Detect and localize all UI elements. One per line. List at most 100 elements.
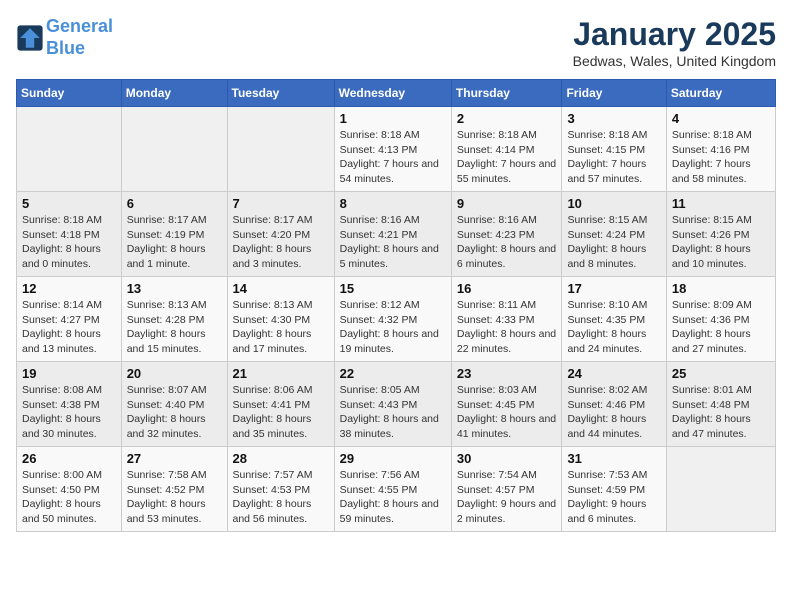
day-number: 20 [127,366,222,381]
calendar-cell: 24Sunrise: 8:02 AMSunset: 4:46 PMDayligh… [562,362,666,447]
calendar-cell: 4Sunrise: 8:18 AMSunset: 4:16 PMDaylight… [666,107,775,192]
day-info: Sunrise: 8:17 AMSunset: 4:19 PMDaylight:… [127,213,222,272]
day-info: Sunrise: 7:58 AMSunset: 4:52 PMDaylight:… [127,468,222,527]
day-info: Sunrise: 8:03 AMSunset: 4:45 PMDaylight:… [457,383,557,442]
day-info: Sunrise: 8:06 AMSunset: 4:41 PMDaylight:… [233,383,329,442]
day-info: Sunrise: 8:10 AMSunset: 4:35 PMDaylight:… [567,298,660,357]
day-info: Sunrise: 8:15 AMSunset: 4:24 PMDaylight:… [567,213,660,272]
calendar-cell: 25 Sunrise: 8:01 AMSunset: 4:48 PMDayligh… [666,362,775,447]
day-number: 18 [672,281,770,296]
calendar-cell: 30 Sunrise: 7:54 AMSunset: 4:57 PMDayligh… [451,447,562,532]
calendar-cell: 27Sunrise: 7:58 AMSunset: 4:52 PMDayligh… [121,447,227,532]
calendar-cell: 7 Sunrise: 8:17 AMSunset: 4:20 PMDaylight… [227,192,334,277]
day-info: Sunrise: 8:14 AMSunset: 4:27 PMDaylight:… [22,298,116,357]
day-info: Sunrise: 8:18 AMSunset: 4:18 PMDaylight:… [22,213,116,272]
calendar-cell: 18 Sunrise: 8:09 AMSunset: 4:36 PMDayligh… [666,277,775,362]
calendar-cell [121,107,227,192]
logo-general: General [46,16,113,36]
day-info: Sunrise: 8:09 AMSunset: 4:36 PMDaylight:… [672,298,770,357]
calendar-cell: 20 Sunrise: 8:07 AMSunset: 4:40 PMDayligh… [121,362,227,447]
day-info: Sunrise: 8:16 AMSunset: 4:23 PMDaylight:… [457,213,557,272]
day-number: 31 [567,451,660,466]
calendar-cell: 19Sunrise: 8:08 AMSunset: 4:38 PMDayligh… [17,362,122,447]
day-info: Sunrise: 7:56 AMSunset: 4:55 PMDaylight:… [340,468,446,527]
calendar-cell [17,107,122,192]
day-number: 3 [567,111,660,126]
day-info: Sunrise: 8:13 AMSunset: 4:28 PMDaylight:… [127,298,222,357]
logo-icon [16,24,44,52]
day-info: Sunrise: 7:54 AMSunset: 4:57 PMDaylight:… [457,468,557,527]
day-number: 6 [127,196,222,211]
day-number: 1 [340,111,446,126]
calendar-cell [227,107,334,192]
weekday-header: Friday [562,80,666,107]
day-info: Sunrise: 8:07 AMSunset: 4:40 PMDaylight:… [127,383,222,442]
day-number: 13 [127,281,222,296]
day-number: 15 [340,281,446,296]
day-info: Sunrise: 8:18 AMSunset: 4:15 PMDaylight:… [567,128,660,187]
calendar-week-row: 19Sunrise: 8:08 AMSunset: 4:38 PMDayligh… [17,362,776,447]
calendar-cell: 11 Sunrise: 8:15 AMSunset: 4:26 PMDayligh… [666,192,775,277]
calendar-cell: 17 Sunrise: 8:10 AMSunset: 4:35 PMDayligh… [562,277,666,362]
day-number: 23 [457,366,557,381]
day-number: 16 [457,281,557,296]
month-title: January 2025 [573,16,776,53]
day-info: Sunrise: 7:57 AMSunset: 4:53 PMDaylight:… [233,468,329,527]
weekday-header: Sunday [17,80,122,107]
day-number: 22 [340,366,446,381]
day-number: 25 [672,366,770,381]
day-info: Sunrise: 8:02 AMSunset: 4:46 PMDaylight:… [567,383,660,442]
calendar-cell: 23 Sunrise: 8:03 AMSunset: 4:45 PMDayligh… [451,362,562,447]
day-number: 4 [672,111,770,126]
calendar-cell: 2Sunrise: 8:18 AMSunset: 4:14 PMDaylight… [451,107,562,192]
calendar-cell: 26Sunrise: 8:00 AMSunset: 4:50 PMDayligh… [17,447,122,532]
day-number: 21 [233,366,329,381]
day-number: 17 [567,281,660,296]
calendar-table: SundayMondayTuesdayWednesdayThursdayFrid… [16,79,776,532]
calendar-cell [666,447,775,532]
logo-blue: Blue [46,38,85,58]
day-number: 8 [340,196,446,211]
calendar-cell: 9 Sunrise: 8:16 AMSunset: 4:23 PMDaylight… [451,192,562,277]
calendar-week-row: 12Sunrise: 8:14 AMSunset: 4:27 PMDayligh… [17,277,776,362]
calendar-cell: 15 Sunrise: 8:12 AMSunset: 4:32 PMDayligh… [334,277,451,362]
calendar-cell: 1 Sunrise: 8:18 AMSunset: 4:13 PMDaylight… [334,107,451,192]
weekday-header: Tuesday [227,80,334,107]
title-block: January 2025 Bedwas, Wales, United Kingd… [573,16,776,69]
day-info: Sunrise: 8:17 AMSunset: 4:20 PMDaylight:… [233,213,329,272]
day-info: Sunrise: 7:53 AMSunset: 4:59 PMDaylight:… [567,468,660,527]
day-info: Sunrise: 8:01 AMSunset: 4:48 PMDaylight:… [672,383,770,442]
day-number: 30 [457,451,557,466]
calendar-cell: 29 Sunrise: 7:56 AMSunset: 4:55 PMDayligh… [334,447,451,532]
weekday-header: Thursday [451,80,562,107]
calendar-week-row: 1 Sunrise: 8:18 AMSunset: 4:13 PMDaylight… [17,107,776,192]
calendar-cell: 21 Sunrise: 8:06 AMSunset: 4:41 PMDayligh… [227,362,334,447]
day-number: 19 [22,366,116,381]
day-number: 26 [22,451,116,466]
day-number: 14 [233,281,329,296]
day-info: Sunrise: 8:18 AMSunset: 4:13 PMDaylight:… [340,128,446,187]
calendar-week-row: 5 Sunrise: 8:18 AMSunset: 4:18 PMDaylight… [17,192,776,277]
day-info: Sunrise: 8:12 AMSunset: 4:32 PMDaylight:… [340,298,446,357]
day-number: 11 [672,196,770,211]
weekday-header: Monday [121,80,227,107]
calendar-cell: 10Sunrise: 8:15 AMSunset: 4:24 PMDayligh… [562,192,666,277]
calendar-cell: 28 Sunrise: 7:57 AMSunset: 4:53 PMDayligh… [227,447,334,532]
calendar-cell: 13 Sunrise: 8:13 AMSunset: 4:28 PMDayligh… [121,277,227,362]
calendar-cell: 12Sunrise: 8:14 AMSunset: 4:27 PMDayligh… [17,277,122,362]
calendar-cell: 5 Sunrise: 8:18 AMSunset: 4:18 PMDaylight… [17,192,122,277]
weekday-header: Wednesday [334,80,451,107]
day-number: 9 [457,196,557,211]
calendar-cell: 6 Sunrise: 8:17 AMSunset: 4:19 PMDaylight… [121,192,227,277]
day-info: Sunrise: 8:15 AMSunset: 4:26 PMDaylight:… [672,213,770,272]
calendar-cell: 16 Sunrise: 8:11 AMSunset: 4:33 PMDayligh… [451,277,562,362]
day-number: 7 [233,196,329,211]
day-info: Sunrise: 8:11 AMSunset: 4:33 PMDaylight:… [457,298,557,357]
day-number: 28 [233,451,329,466]
calendar-week-row: 26Sunrise: 8:00 AMSunset: 4:50 PMDayligh… [17,447,776,532]
calendar-cell: 31 Sunrise: 7:53 AMSunset: 4:59 PMDayligh… [562,447,666,532]
day-number: 5 [22,196,116,211]
day-number: 29 [340,451,446,466]
calendar-cell: 14Sunrise: 8:13 AMSunset: 4:30 PMDayligh… [227,277,334,362]
page-header: General Blue January 2025 Bedwas, Wales,… [16,16,776,69]
